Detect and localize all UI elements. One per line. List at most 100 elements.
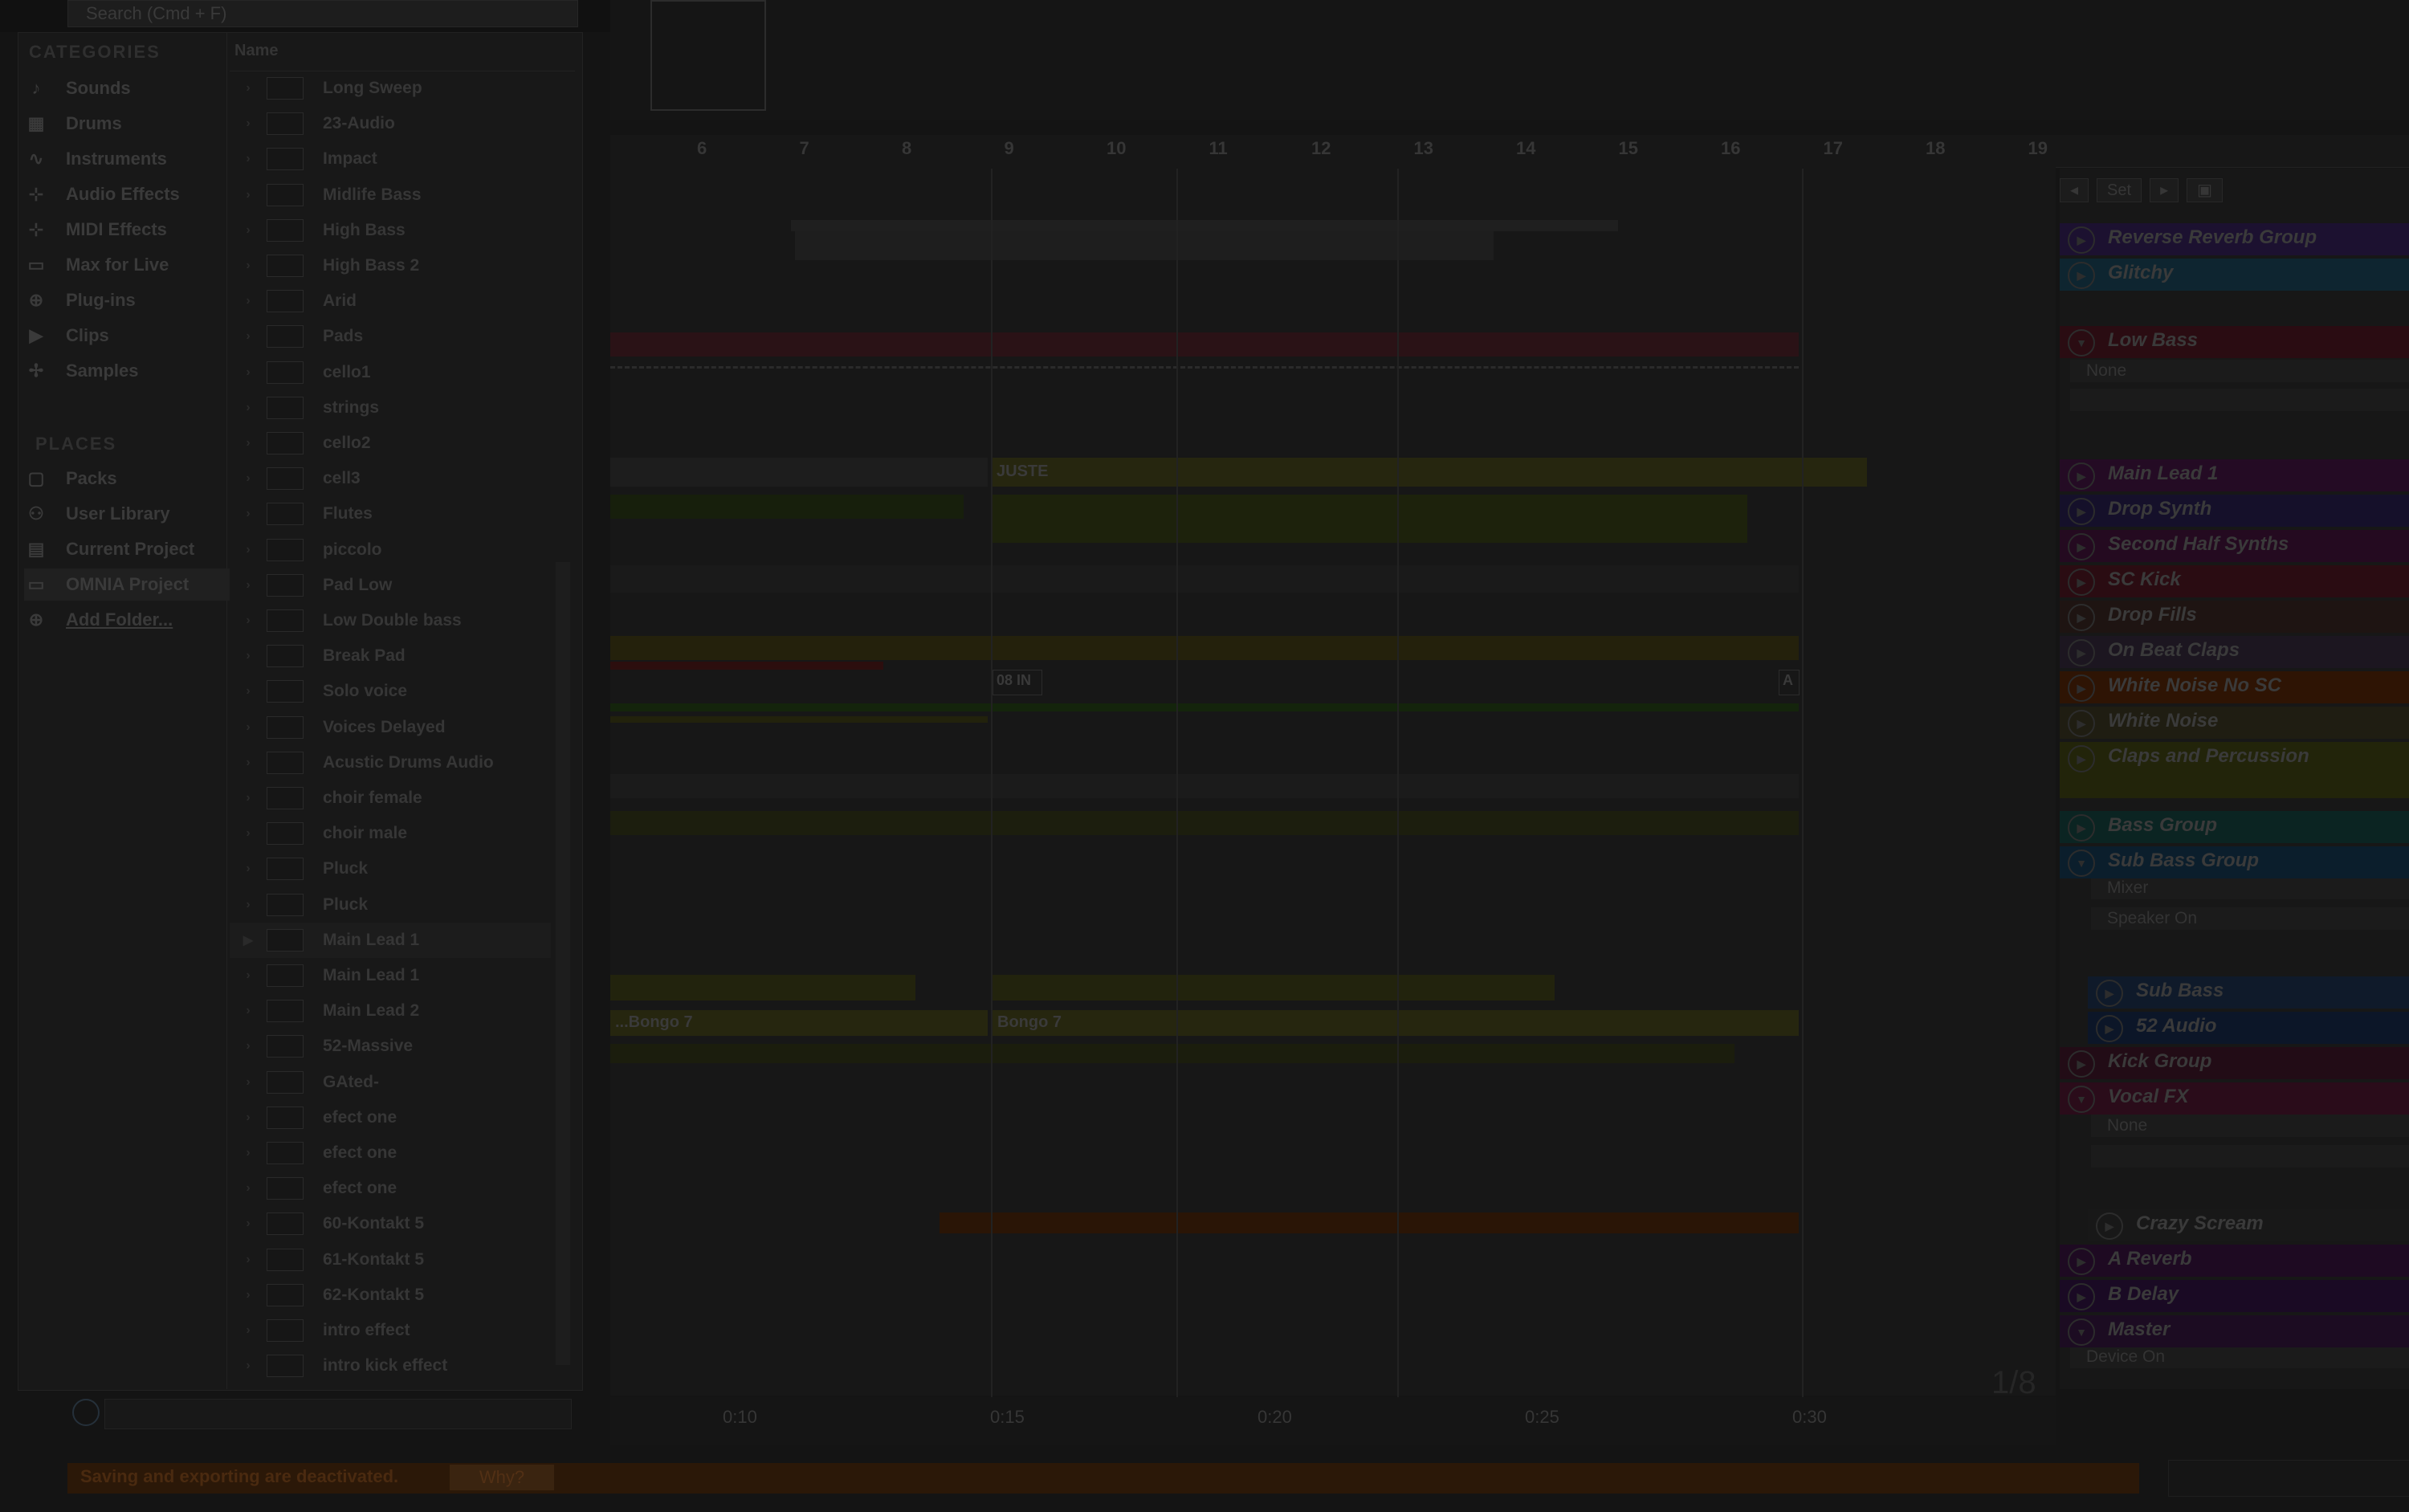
category-samples[interactable]: ✢ Samples: [24, 355, 139, 387]
clip[interactable]: [610, 495, 964, 519]
fold-closed-icon[interactable]: ▶: [2068, 710, 2095, 737]
expand-arrow-icon[interactable]: ›: [230, 649, 267, 663]
file-item[interactable]: › Main Lead 2: [230, 993, 551, 1029]
track-header-sub-bass[interactable]: ▶ Sub Bass: [2088, 976, 2409, 1009]
file-item[interactable]: › Low Double bass: [230, 603, 551, 638]
clip[interactable]: ...Bongo 7: [610, 1010, 988, 1036]
expand-arrow-icon[interactable]: ›: [230, 1004, 267, 1018]
file-item[interactable]: › 52-Massive: [230, 1029, 551, 1064]
track-header-sub-bass-group[interactable]: ▼ Sub Bass Group: [2060, 846, 2409, 878]
overview-viewport-box[interactable]: [650, 0, 766, 111]
file-item[interactable]: › 61-Kontakt 5: [230, 1242, 551, 1278]
fold-closed-icon[interactable]: ▶: [2096, 1015, 2123, 1042]
expand-arrow-icon[interactable]: ›: [230, 294, 267, 308]
expand-arrow-icon[interactable]: ›: [230, 613, 267, 628]
beat-ruler[interactable]: [610, 135, 2409, 168]
loop-brace[interactable]: [791, 220, 1618, 231]
clip[interactable]: [610, 774, 1799, 798]
category-midi-effects[interactable]: ⊹ MIDI Effects: [24, 214, 167, 246]
expand-arrow-icon[interactable]: ›: [230, 223, 267, 238]
track-header-claps-and-percussion[interactable]: ▶ Claps and Percussion: [2060, 742, 2409, 798]
fold-open-icon[interactable]: ▼: [2068, 1318, 2095, 1346]
expand-arrow-icon[interactable]: ›: [230, 791, 267, 805]
fold-closed-icon[interactable]: ▶: [2068, 533, 2095, 560]
fold-open-icon[interactable]: ▼: [2068, 850, 2095, 877]
expand-arrow-icon[interactable]: ›: [230, 401, 267, 415]
file-item[interactable]: › 60-Kontakt 5: [230, 1206, 551, 1241]
file-item[interactable]: › cello1: [230, 355, 551, 390]
clip[interactable]: [610, 565, 1799, 593]
expand-arrow-icon[interactable]: ›: [230, 1146, 267, 1160]
expand-arrow-icon[interactable]: ›: [230, 116, 267, 131]
clip[interactable]: A: [1779, 670, 1800, 695]
file-item[interactable]: › 62-Kontakt 5: [230, 1278, 551, 1313]
arrangement-overview[interactable]: [610, 0, 2409, 120]
clip[interactable]: [610, 458, 988, 487]
track-header-white-noise[interactable]: ▶ White Noise: [2060, 707, 2409, 739]
fold-closed-icon[interactable]: ▶: [2068, 1248, 2095, 1275]
fold-closed-icon[interactable]: ▶: [2068, 1050, 2095, 1078]
track-header-52-audio[interactable]: ▶ 52 Audio: [2088, 1012, 2409, 1044]
forward-button[interactable]: ▸: [2150, 178, 2179, 202]
fold-closed-icon[interactable]: ▶: [2068, 674, 2095, 702]
expand-arrow-icon[interactable]: ›: [230, 1075, 267, 1090]
category-max-for-live[interactable]: ▭ Max for Live: [24, 249, 169, 281]
category-clips[interactable]: ▶ Clips: [24, 320, 109, 352]
fold-closed-icon[interactable]: ▶: [2068, 1283, 2095, 1310]
file-item[interactable]: › strings: [230, 390, 551, 426]
fold-closed-icon[interactable]: ▶: [2068, 498, 2095, 525]
sub-bass-mixer-field[interactable]: Mixer: [2091, 877, 2409, 899]
clip[interactable]: Bongo 7: [993, 1010, 1799, 1036]
expand-arrow-icon[interactable]: ›: [230, 1253, 267, 1267]
expand-arrow-icon[interactable]: ›: [230, 1288, 267, 1302]
browser-preview-field[interactable]: [104, 1399, 572, 1429]
clip[interactable]: [610, 703, 1799, 711]
expand-arrow-icon[interactable]: ›: [230, 1111, 267, 1125]
clip[interactable]: JUSTE: [992, 458, 1867, 487]
expand-arrow-icon[interactable]: ›: [230, 720, 267, 735]
track-header-crazy-scream[interactable]: ▶ Crazy Scream: [2088, 1209, 2409, 1241]
category-audio-effects[interactable]: ⊹ Audio Effects: [24, 178, 180, 210]
file-item[interactable]: › Solo voice: [230, 674, 551, 709]
fold-open-icon[interactable]: ▼: [2068, 1086, 2095, 1113]
expand-arrow-icon[interactable]: ›: [230, 1039, 267, 1054]
file-item[interactable]: › Voices Delayed: [230, 710, 551, 745]
expand-arrow-icon[interactable]: ›: [230, 329, 267, 344]
sub-bass-speaker-field[interactable]: Speaker On: [2091, 907, 2409, 930]
track-header-second-half-synths[interactable]: ▶ Second Half Synths: [2060, 530, 2409, 562]
master-device-field[interactable]: Device On: [2070, 1346, 2409, 1368]
file-item[interactable]: › Pluck: [230, 887, 551, 923]
expand-arrow-icon[interactable]: ›: [230, 365, 267, 380]
fold-closed-icon[interactable]: ▶: [2068, 639, 2095, 666]
place-packs[interactable]: ▢ Packs: [24, 463, 117, 495]
track-header-bass-group[interactable]: ▶ Bass Group: [2060, 811, 2409, 843]
file-item[interactable]: › Pluck: [230, 851, 551, 886]
expand-arrow-icon[interactable]: ›: [230, 471, 267, 486]
fold-closed-icon[interactable]: ▶: [2096, 980, 2123, 1007]
file-item[interactable]: › efect one: [230, 1100, 551, 1135]
category-drums[interactable]: ▦ Drums: [24, 108, 122, 140]
place-omnia-project[interactable]: ▭ OMNIA Project: [24, 569, 230, 601]
save-set-icon[interactable]: ▣: [2187, 178, 2224, 202]
clip[interactable]: 08 IN: [993, 670, 1042, 695]
browser-scrollbar[interactable]: [556, 562, 570, 1365]
file-item[interactable]: ▶ Main Lead 1: [230, 922, 551, 958]
track-header-low-bass[interactable]: ▼ Low Bass: [2060, 326, 2409, 358]
expand-arrow-icon[interactable]: ›: [230, 436, 267, 450]
expand-arrow-icon[interactable]: ›: [230, 826, 267, 841]
expand-arrow-icon[interactable]: ›: [230, 543, 267, 557]
file-item[interactable]: › 23-Audio: [230, 106, 551, 141]
clip[interactable]: [940, 1212, 1799, 1233]
expand-arrow-icon[interactable]: ›: [230, 152, 267, 166]
file-item[interactable]: › Acustic Drums Audio: [230, 745, 551, 780]
file-item[interactable]: › Break Pad: [230, 638, 551, 674]
fold-closed-icon[interactable]: ▶: [2068, 745, 2095, 772]
fold-closed-icon[interactable]: ▶: [2068, 604, 2095, 631]
track-header-drop-synth[interactable]: ▶ Drop Synth: [2060, 495, 2409, 527]
file-item[interactable]: › intro effect: [230, 1313, 551, 1348]
preview-toggle-icon[interactable]: [72, 1399, 100, 1426]
expand-arrow-icon[interactable]: ›: [230, 507, 267, 521]
clip[interactable]: [993, 975, 1555, 1001]
file-item[interactable]: › choir female: [230, 780, 551, 816]
expand-arrow-icon[interactable]: ›: [230, 898, 267, 912]
